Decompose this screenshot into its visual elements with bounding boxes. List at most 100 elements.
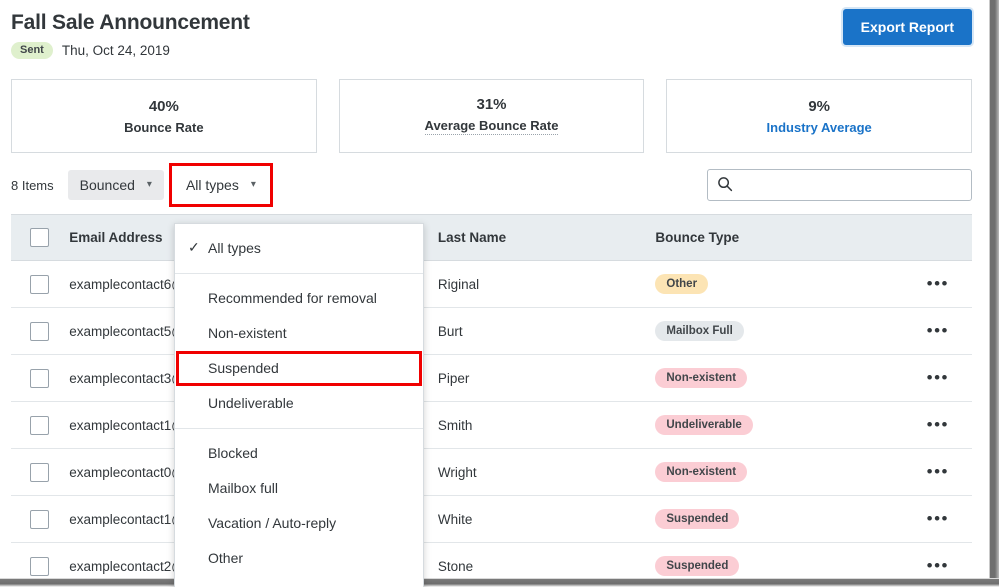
row-checkbox[interactable] [30,321,49,341]
row-select-cell [11,354,70,402]
more-options-icon[interactable]: ••• [927,322,949,339]
row-checkbox[interactable] [30,462,49,482]
type-filter-label: All types [185,177,239,193]
sent-date: Thu, Oct 24, 2019 [61,43,170,58]
cell-last-name: Riginal [437,260,656,308]
row-checkbox[interactable] [30,368,49,388]
chevron-down-icon: ▾ [146,179,152,190]
window-frame-bottom [0,579,999,587]
stat-label-tooltip[interactable]: Average Bounce Rate [424,119,559,135]
menu-item-vacation-auto-reply[interactable]: Vacation / Auto-reply [175,506,423,541]
stat-value: 9% [808,97,831,115]
more-options-icon[interactable]: ••• [927,416,949,433]
menu-item-label: Blocked [208,445,258,461]
type-filter-menu: ✓ All types Recommended for removal Non-exi… [174,223,424,587]
cell-last-name: Burt [437,307,656,355]
cell-actions: ••• [890,354,972,402]
menu-item-non-existent[interactable]: Non-existent [175,316,423,351]
row-checkbox[interactable] [30,415,49,435]
more-options-icon[interactable]: ••• [927,557,949,574]
bounce-type-badge: Undeliverable [655,415,753,435]
cell-actions: ••• [890,307,972,355]
page-header: Fall Sale Announcement Sent Thu, Oct 24,… [0,0,986,59]
cell-last-name: Wright [437,448,656,496]
cell-last-name: Piper [437,354,656,402]
table-header-row: Email Address First Name Last Name Bounc… [11,214,972,261]
search-wrapper [707,169,972,201]
more-options-icon[interactable]: ••• [927,275,949,292]
column-header-last-name[interactable]: Last Name [437,214,656,261]
cell-bounce-type: Suspended [655,495,891,543]
bounce-type-badge: Mailbox Full [655,321,744,341]
menu-item-blocked[interactable]: Blocked [175,436,423,471]
stat-value: 31% [476,96,507,113]
row-select-cell [11,401,70,449]
menu-item-label: Vacation / Auto-reply [208,515,337,531]
menu-group: ✓ All types [175,224,423,273]
status-filter-label: Bounced [79,177,135,193]
row-checkbox[interactable] [30,509,49,529]
menu-item-label: Non-existent [208,325,287,341]
page-content: Fall Sale Announcement Sent Thu, Oct 24,… [0,0,986,587]
stat-value: 40% [148,97,179,115]
table-row[interactable]: examplecontact6@outlook.comRachelRiginal… [11,260,972,308]
more-options-icon[interactable]: ••• [927,369,949,386]
app-window: Fall Sale Announcement Sent Thu, Oct 24,… [0,0,999,587]
row-select-cell [11,260,70,308]
table-body: examplecontact6@outlook.comRachelRiginal… [11,260,972,587]
row-checkbox[interactable] [30,274,49,294]
row-select-cell [11,307,70,355]
cell-last-name: Smith [437,401,656,449]
stat-card-bounce-rate: 40% Bounce Rate [11,79,317,153]
bounce-type-badge: Other [655,274,709,294]
menu-item-label: Recommended for removal [208,290,377,306]
menu-item-all-types[interactable]: ✓ All types [175,231,423,266]
menu-item-recommended-for-removal[interactable]: Recommended for removal [175,281,423,316]
menu-group: Recommended for removal Non-existent Suspe… [175,273,423,428]
page-title: Fall Sale Announcement [11,11,250,34]
row-select-cell [11,448,70,496]
column-header-actions [890,214,972,261]
more-options-icon[interactable]: ••• [927,510,949,527]
menu-item-label: Suspended [208,360,279,376]
column-header-bounce-type[interactable]: Bounce Type [655,214,891,261]
stat-card-industry-average: 9% Industry Average [666,79,973,153]
table-row[interactable]: examplecontact1@outlook.comJohnSmithUnde… [11,401,972,449]
bounced-contacts-table: Email Address First Name Last Name Bounc… [11,214,972,587]
status-filter-dropdown[interactable]: Bounced ▾ [67,170,164,200]
menu-item-label: Undeliverable [208,395,294,411]
cell-actions: ••• [890,260,972,308]
table-row[interactable]: examplecontact3@outlook.comPeterPiperNon… [11,354,972,402]
export-report-button[interactable]: Export Report [842,9,972,45]
bounce-type-badge: Suspended [655,509,740,529]
bounce-type-badge: Non-existent [655,462,748,482]
menu-item-label: Mailbox full [208,480,279,496]
cell-bounce-type: Non-existent [655,448,891,496]
more-options-icon[interactable]: ••• [927,463,949,480]
bounce-type-badge: Suspended [655,556,740,576]
chevron-down-icon: ▾ [250,179,256,190]
table-row[interactable]: examplecontact5@outlook.comTylerBurtMail… [11,307,972,355]
type-filter-dropdown[interactable]: All types ▾ [173,170,268,200]
menu-item-undeliverable[interactable]: Undeliverable [175,386,423,421]
table-wrapper: Email Address First Name Last Name Bounc… [0,201,986,587]
search-input[interactable] [707,169,972,201]
industry-average-link[interactable]: Industry Average [767,121,872,134]
table-row[interactable]: examplecontact0@outlook.comWendyWrightNo… [11,448,972,496]
row-checkbox[interactable] [30,556,49,576]
menu-item-mailbox-full[interactable]: Mailbox full [175,471,423,506]
select-all-checkbox[interactable] [30,228,49,247]
menu-item-other[interactable]: Other [175,541,423,576]
item-count: 8 Items [11,177,54,193]
cell-last-name: White [437,495,656,543]
menu-group: Blocked Mailbox full Vacation / Auto-reply… [175,428,423,583]
cell-actions: ••• [890,401,972,449]
menu-item-suspended[interactable]: Suspended [175,351,423,386]
cell-bounce-type: Undeliverable [655,401,891,449]
cell-bounce-type: Non-existent [655,354,891,402]
bounce-type-badge: Non-existent [655,368,748,388]
table-row[interactable]: examplecontact1@outlook.comWandaWhiteSus… [11,495,972,543]
status-badge: Sent [11,42,53,59]
meta-row: Sent Thu, Oct 24, 2019 [11,42,250,59]
title-block: Fall Sale Announcement Sent Thu, Oct 24,… [11,9,250,59]
